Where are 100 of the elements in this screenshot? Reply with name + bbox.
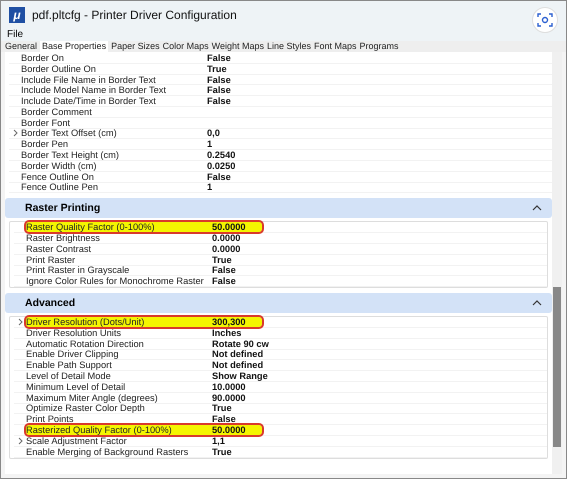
property-row[interactable]: Include File Name in Border Text False — [21, 74, 552, 84]
property-name: Scale Adjustment Factor — [26, 436, 128, 446]
property-name: Border Font — [21, 118, 72, 128]
tab[interactable]: Weight Maps — [212, 41, 264, 52]
property-value: 1 — [207, 139, 212, 150]
property-row[interactable]: Maximum Miter Angle (degrees) 90.0000 — [26, 392, 547, 403]
property-name: Enable Driver Clipping — [26, 349, 120, 360]
property-value: 90.0000 — [212, 392, 246, 403]
property-name: Print Raster in Grayscale — [26, 265, 130, 276]
property-value: 1 — [207, 182, 212, 192]
property-name: Border Comment — [21, 106, 93, 117]
property-value: Inches — [212, 328, 242, 338]
section-header[interactable]: Advanced — [5, 293, 552, 314]
property-name: Optimize Raster Color Depth — [26, 403, 146, 414]
property-row[interactable]: Border Text Offset (cm) 0,0 — [21, 128, 552, 138]
property-row[interactable]: Border On False — [21, 53, 552, 63]
property-value: False — [212, 276, 236, 286]
section-header[interactable]: Raster Printing — [5, 198, 552, 218]
scrollbar[interactable] — [552, 52, 562, 474]
property-value: Not defined — [212, 360, 264, 370]
tab[interactable]: Paper Sizes — [111, 41, 160, 52]
property-row[interactable]: Border Text Height (cm) 0.2540 — [21, 150, 552, 160]
tab[interactable]: Font Maps — [314, 41, 357, 52]
tab[interactable]: General — [5, 41, 38, 52]
property-row[interactable]: Enable Driver Clipping Not defined — [26, 350, 547, 360]
scan-icon — [537, 12, 553, 28]
tab[interactable]: Line Styles — [266, 41, 312, 52]
property-name: Driver Resolution Units — [26, 328, 122, 338]
property-row[interactable]: Driver Resolution Units Inches — [26, 328, 547, 338]
property-row[interactable]: Fence Outline Pen 1 — [21, 182, 552, 192]
property-row[interactable]: Level of Detail Mode Show Range — [26, 371, 547, 381]
tab[interactable]: Programs — [360, 41, 399, 52]
property-row[interactable]: Ignore Color Rules for Monochrome Raster False — [26, 276, 547, 286]
property-value: Show Range — [212, 371, 268, 382]
highlighted-property-row[interactable]: Rasterized Quality Factor (0-100%) 50.0000 — [26, 425, 262, 435]
tab[interactable]: Color Maps — [162, 41, 209, 52]
property-name: Border Outline On — [21, 64, 97, 74]
property-name: Border Text Offset (cm) — [21, 128, 118, 138]
property-row[interactable]: Print Raster True — [26, 254, 547, 265]
property-row[interactable]: Include Model Name in Border Text False — [21, 85, 552, 96]
property-name: Border Width (cm) — [21, 160, 98, 171]
property-row[interactable]: Scale Adjustment Factor 1,1 — [26, 436, 547, 446]
property-row[interactable]: Print Raster in Grayscale False — [26, 266, 547, 276]
property-name: Maximum Miter Angle (degrees) — [26, 392, 159, 403]
property-name: Driver Resolution (Dots/Unit) — [26, 317, 146, 328]
property-row[interactable]: Raster Contrast 0.0000 — [26, 244, 547, 254]
property-row[interactable]: Fence Outline On False — [21, 172, 552, 182]
property-name: Raster Brightness — [26, 233, 101, 244]
menu-item[interactable]: File — [7, 28, 24, 41]
expand-chevron-icon[interactable] — [18, 318, 22, 326]
section-title: Raster Printing — [25, 202, 100, 214]
property-name: Rasterized Quality Factor (0-100%) — [26, 425, 173, 436]
property-value: True — [212, 403, 232, 414]
property-row[interactable]: Border Comment — [21, 106, 552, 117]
property-name: Include File Name in Border Text — [21, 74, 157, 84]
property-name: Print Raster — [26, 254, 76, 265]
app-logo: μ — [9, 6, 25, 22]
property-row[interactable]: Border Pen 1 — [21, 139, 552, 150]
property-value: 0.0250 — [207, 160, 236, 171]
property-name: Border On — [21, 52, 65, 63]
section-title: Advanced — [25, 297, 76, 310]
property-value: 0.2540 — [207, 150, 236, 160]
property-name: Border Pen — [21, 139, 70, 150]
property-row[interactable]: Border Font — [21, 118, 552, 128]
property-row[interactable]: Border Outline On True — [21, 64, 552, 74]
property-row[interactable]: Minimum Level of Detail 10.0000 — [26, 382, 547, 392]
property-value: True — [212, 446, 232, 457]
property-row[interactable]: Enable Merging of Background Rasters True — [26, 446, 547, 456]
property-value: False — [212, 265, 236, 276]
expand-chevron-icon[interactable] — [12, 129, 18, 138]
tab[interactable]: Base Properties — [40, 41, 108, 52]
property-value: 50.0000 — [212, 222, 246, 232]
screen-capture-button[interactable] — [532, 7, 558, 33]
expand-chevron-icon[interactable] — [18, 436, 22, 445]
property-value: 0.0000 — [212, 233, 240, 244]
property-value: False — [212, 414, 236, 424]
property-name: Enable Merging of Background Rasters — [26, 446, 190, 457]
property-value: 50.0000 — [212, 425, 246, 436]
property-name: Border Text Height (cm) — [21, 150, 120, 160]
property-value: 0,0 — [207, 128, 220, 138]
scrollbar-thumb[interactable] — [553, 287, 561, 447]
property-name: Level of Detail Mode — [26, 371, 112, 382]
property-value: Not defined — [212, 349, 264, 360]
property-row[interactable]: Optimize Raster Color Depth True — [26, 404, 547, 414]
property-value: 0.0000 — [212, 244, 240, 254]
highlighted-property-row[interactable]: Driver Resolution (Dots/Unit) 300,300 — [26, 317, 262, 327]
property-name: Ignore Color Rules for Monochrome Raster — [26, 276, 205, 286]
property-name: Include Model Name in Border Text — [21, 85, 168, 96]
property-row[interactable]: Raster Brightness 0.0000 — [26, 233, 547, 243]
property-value: 10.0000 — [212, 382, 246, 392]
property-row[interactable]: Include Date/Time in Border Text False — [21, 96, 552, 106]
property-row[interactable]: Print Points False — [26, 414, 547, 424]
property-row[interactable]: Enable Path Support Not defined — [26, 360, 547, 370]
property-name: Fence Outline Pen — [21, 182, 100, 192]
property-name: Enable Path Support — [26, 360, 113, 370]
property-value: 300,300 — [212, 317, 246, 328]
property-row[interactable]: Automatic Rotation Direction Rotate 90 cw — [26, 338, 547, 349]
highlighted-property-row[interactable]: Raster Quality Factor (0-100%) 50.0000 — [26, 222, 262, 232]
property-row[interactable]: Border Width (cm) 0.0250 — [21, 160, 552, 171]
property-name: Automatic Rotation Direction — [26, 338, 145, 349]
